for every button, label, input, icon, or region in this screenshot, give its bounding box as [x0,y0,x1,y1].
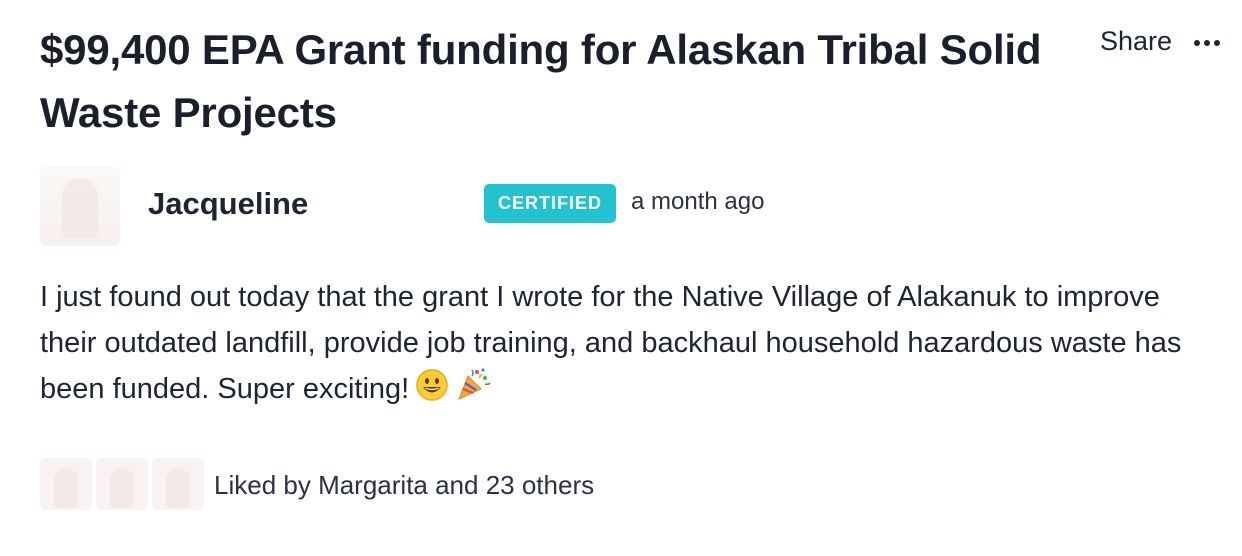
post-body-text: I just found out today that the grant I … [40,281,1182,405]
author-row: Jacqueline CERTIFIED a month ago [40,166,940,246]
party-popper-icon [455,366,491,416]
likes-row: Liked by Margarita and 23 others [40,458,740,510]
post-actions: Share [1100,26,1220,57]
liker-avatar[interactable] [40,458,92,510]
certified-badge: CERTIFIED [484,184,617,223]
more-horizontal-icon[interactable] [1194,38,1220,46]
post-card: $99,400 EPA Grant funding for Alaskan Tr… [0,0,1242,556]
avatar[interactable] [40,166,120,246]
post-body: I just found out today that the grant I … [40,274,1220,416]
grinning-face-icon [415,368,449,416]
share-button[interactable]: Share [1100,26,1172,57]
post-title: $99,400 EPA Grant funding for Alaskan Tr… [40,26,1042,136]
liked-by-text[interactable]: Liked by Margarita and 23 others [214,470,594,501]
liker-avatar[interactable] [96,458,148,510]
post-timestamp: a month ago [631,188,765,215]
author-name[interactable]: Jacqueline [148,186,308,222]
liker-avatar[interactable] [152,458,204,510]
